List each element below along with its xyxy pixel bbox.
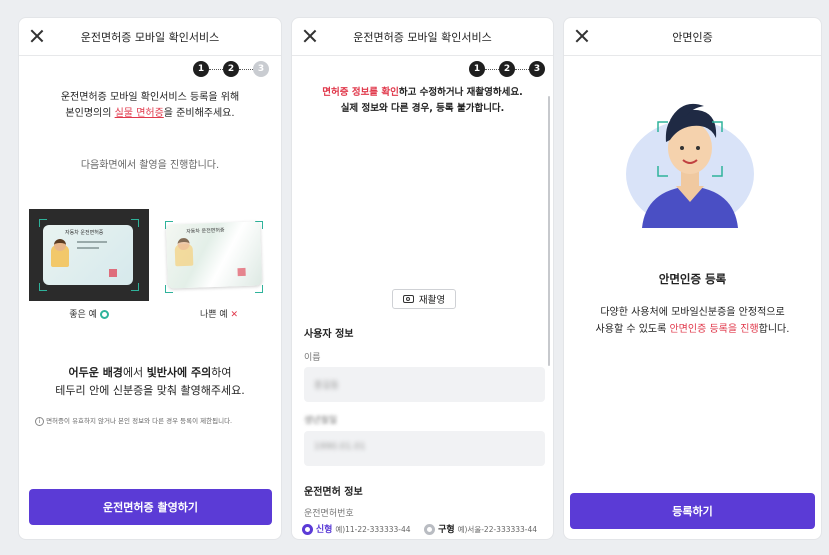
screen-license-intro: 운전면허증 모바일 확인서비스 1 2 3 운전면허증 모바일 확인서비스 등록… <box>18 17 282 540</box>
intro-text: 운전면허증 모바일 확인서비스 등록을 위해 본인명의의 실물 면허증을 준비해… <box>60 92 240 119</box>
name-label: 이름 <box>304 353 321 363</box>
license-type-radios: 신형 예)11-22-333333-44 구형 예)서울-22-333333-4… <box>302 522 537 535</box>
close-icon[interactable] <box>573 27 591 45</box>
birth-field[interactable]: 1990.01.01 <box>304 431 545 466</box>
step-1: 1 <box>193 61 209 77</box>
page-title: 안면인증 <box>672 30 713 44</box>
step-2: 2 <box>499 61 515 77</box>
retake-button[interactable]: 재촬영 <box>392 289 456 309</box>
close-icon[interactable] <box>28 27 46 45</box>
info-icon: i <box>35 416 44 426</box>
invalid-notice: i 면허증이 유효하지 않거나 본인 정보와 다른 경우 등록이 제한됩니다. <box>35 415 275 426</box>
name-field[interactable]: 홍길동 <box>304 367 545 402</box>
birth-label: 생년월일 <box>304 416 338 426</box>
face-auth-heading: 안면인증 등록 <box>658 272 727 286</box>
good-caption: 좋은 예 <box>39 307 139 320</box>
radio-new[interactable]: 신형 예)11-22-333333-44 <box>302 524 411 535</box>
page-title: 운전면허증 모바일 확인서비스 <box>353 30 492 44</box>
page-title: 운전면허증 모바일 확인서비스 <box>80 30 220 44</box>
id-card-glare: 자동차 운전면허증 <box>165 221 263 289</box>
next-notice: 다음화면에서 촬영을 진행합니다. <box>80 160 220 171</box>
face-auth-description: 다양한 사용처에 모바일신분증을 안정적으로 사용할 수 있도록 안면인증 등록… <box>595 307 790 335</box>
close-icon[interactable] <box>301 27 319 45</box>
take-photo-button[interactable]: 운전면허증 촬영하기 <box>29 489 272 525</box>
user-info-heading: 사용자 정보 <box>304 329 354 340</box>
step-2: 2 <box>223 61 239 77</box>
confirm-warning: 면허증 정보를 확인하고 수정하거나 재촬영하세요. 실제 정보와 다른 경우,… <box>322 87 523 114</box>
register-button[interactable]: 등록하기 <box>570 493 815 529</box>
license-number-label: 운전면허번호 <box>304 509 354 519</box>
camera-icon <box>402 295 414 303</box>
scrollbar[interactable] <box>548 96 550 366</box>
shooting-tip: 어두운 배경에서 빛반사에 주의하여 테두리 안에 신분증을 맞춰 촬영해주세요… <box>55 366 245 397</box>
screen-face-auth: 안면인증 안면인증 등록 다양한 사용처에 모바일신분증을 안정적으로 사용할 … <box>563 17 822 540</box>
radio-unselected-icon <box>424 524 436 535</box>
header: 운전면허증 모바일 확인서비스 <box>292 18 553 56</box>
step-indicator: 1 2 3 <box>469 61 545 77</box>
bad-example-image: 자동차 운전면허증 <box>159 209 269 301</box>
id-card: 자동차 운전면허증 <box>43 225 133 285</box>
bad-caption: 나쁜 예 ✕ <box>199 310 239 320</box>
step-1: 1 <box>469 61 485 77</box>
face-illustration <box>626 103 754 228</box>
step-3: 3 <box>253 61 269 77</box>
good-example-image: 자동차 운전면허증 <box>29 209 149 301</box>
license-info-heading: 운전면허 정보 <box>304 487 363 498</box>
header: 안면인증 <box>564 18 821 56</box>
check-circle-icon <box>99 310 109 319</box>
step-3: 3 <box>529 61 545 77</box>
header: 운전면허증 모바일 확인서비스 <box>19 18 281 56</box>
radio-old[interactable]: 구형 예)서울-22-333333-44 <box>424 524 537 535</box>
radio-selected-icon <box>302 524 313 535</box>
highlight-real-license: 실물 면허증 <box>114 108 164 119</box>
step-indicator: 1 2 3 <box>193 61 269 77</box>
screen-license-confirm: 운전면허증 모바일 확인서비스 1 2 3 면허증 정보를 확인하고 수정하거나… <box>291 17 554 540</box>
x-mark-icon: ✕ <box>230 310 239 320</box>
